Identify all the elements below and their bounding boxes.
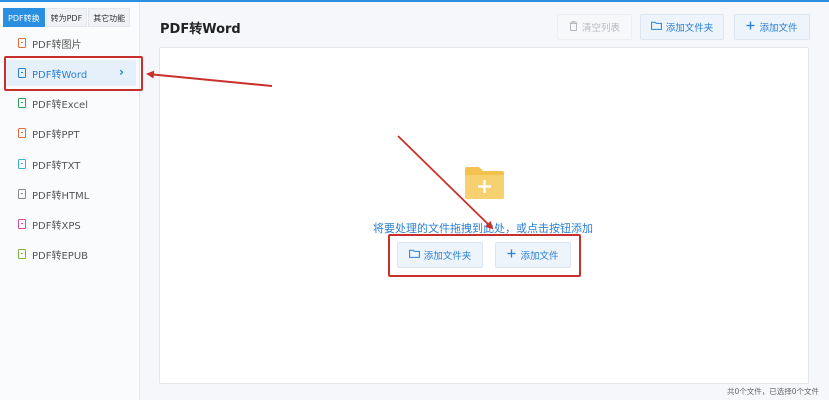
html-file-icon xyxy=(18,189,26,199)
sidebar-item-label: PDF转HTML xyxy=(32,190,90,202)
sidebar-item-label: PDF转XPS xyxy=(32,220,81,232)
sidebar-item-pdf-to-html[interactable]: PDF转HTML xyxy=(6,181,136,207)
excel-file-icon xyxy=(18,98,26,108)
annotation-highlight-buttons xyxy=(388,234,581,277)
tab-other-functions[interactable]: 其它功能 xyxy=(88,8,131,27)
annotation-highlight-sidebar xyxy=(4,56,143,91)
sidebar-item-pdf-to-xps[interactable]: PDF转XPS xyxy=(6,211,136,237)
folder-icon xyxy=(650,21,662,33)
sidebar-item-pdf-to-excel[interactable]: PDF转Excel xyxy=(6,90,136,116)
add-file-label: 添加文件 xyxy=(759,23,798,34)
plus-icon xyxy=(746,21,755,33)
sidebar-item-label: PDF转Excel xyxy=(32,99,88,111)
clear-list-button[interactable]: 清空列表 xyxy=(557,14,632,40)
xps-file-icon xyxy=(18,219,26,229)
sidebar-item-label: PDF转EPUB xyxy=(32,250,89,262)
add-file-button[interactable]: 添加文件 xyxy=(734,14,810,40)
trash-icon xyxy=(569,20,578,34)
sidebar-tabs: PDF转换 转为PDF 其它功能 xyxy=(3,8,131,27)
image-file-icon xyxy=(18,38,26,48)
add-folder-label: 添加文件夹 xyxy=(665,23,714,34)
sidebar-item-pdf-to-ppt[interactable]: PDF转PPT xyxy=(6,120,136,146)
txt-file-icon xyxy=(18,159,26,169)
sidebar-item-pdf-to-image[interactable]: PDF转图片 xyxy=(6,30,136,56)
file-drop-zone[interactable] xyxy=(159,47,809,384)
add-folder-button[interactable]: 添加文件夹 xyxy=(640,14,724,40)
folder-add-icon xyxy=(464,165,505,200)
ppt-file-icon xyxy=(18,128,26,138)
sidebar-item-pdf-to-txt[interactable]: PDF转TXT xyxy=(6,151,136,177)
page-title: PDF转Word xyxy=(160,22,241,37)
sidebar-item-label: PDF转TXT xyxy=(32,160,81,172)
status-bar-text: 共0个文件，已选择0个文件 xyxy=(726,387,819,396)
sidebar-item-label: PDF转PPT xyxy=(32,129,80,141)
sidebar-item-label: PDF转图片 xyxy=(32,39,82,51)
tab-pdf-convert[interactable]: PDF转换 xyxy=(3,8,45,27)
clear-list-label: 清空列表 xyxy=(581,23,620,34)
sidebar-item-pdf-to-epub[interactable]: PDF转EPUB xyxy=(6,241,136,267)
tab-to-pdf[interactable]: 转为PDF xyxy=(45,8,88,27)
epub-file-icon xyxy=(18,249,26,259)
